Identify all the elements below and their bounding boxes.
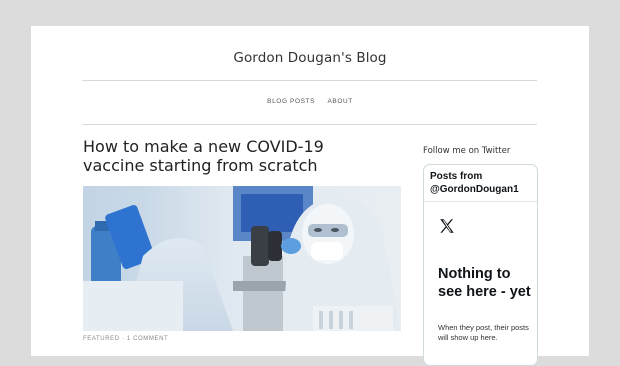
main-nav: BLOG POSTS ABOUT (31, 98, 589, 105)
post-comments-link[interactable]: 1 COMMENT (127, 336, 168, 342)
twitter-timeline-widget[interactable]: Posts from @GordonDougan1 Nothing to see… (423, 164, 538, 366)
post-title[interactable]: How to make a new COVID-19 vaccine start… (83, 137, 383, 175)
post-category-link[interactable]: FEATURED (83, 336, 120, 342)
header-divider-bottom (82, 124, 537, 125)
site-title[interactable]: Gordon Dougan's Blog (31, 50, 589, 66)
twitter-widget-header[interactable]: Posts from @GordonDougan1 (424, 165, 537, 202)
sidebar-heading: Follow me on Twitter (423, 146, 511, 156)
post-meta: FEATURED · 1 COMMENT (83, 336, 168, 342)
header-divider-top (82, 80, 537, 81)
nav-item-about[interactable]: ABOUT (327, 98, 352, 105)
post-featured-image[interactable] (83, 186, 401, 331)
twitter-empty-title: Nothing to see here - yet (438, 266, 531, 300)
twitter-empty-text: When they post, their posts will show up… (438, 323, 529, 342)
nav-item-blog-posts[interactable]: BLOG POSTS (267, 98, 315, 105)
meta-separator: · (121, 336, 125, 342)
x-logo-icon (440, 219, 454, 233)
lab-scientist-photo (83, 186, 401, 331)
page-container: Gordon Dougan's Blog BLOG POSTS ABOUT Ho… (31, 26, 589, 366)
